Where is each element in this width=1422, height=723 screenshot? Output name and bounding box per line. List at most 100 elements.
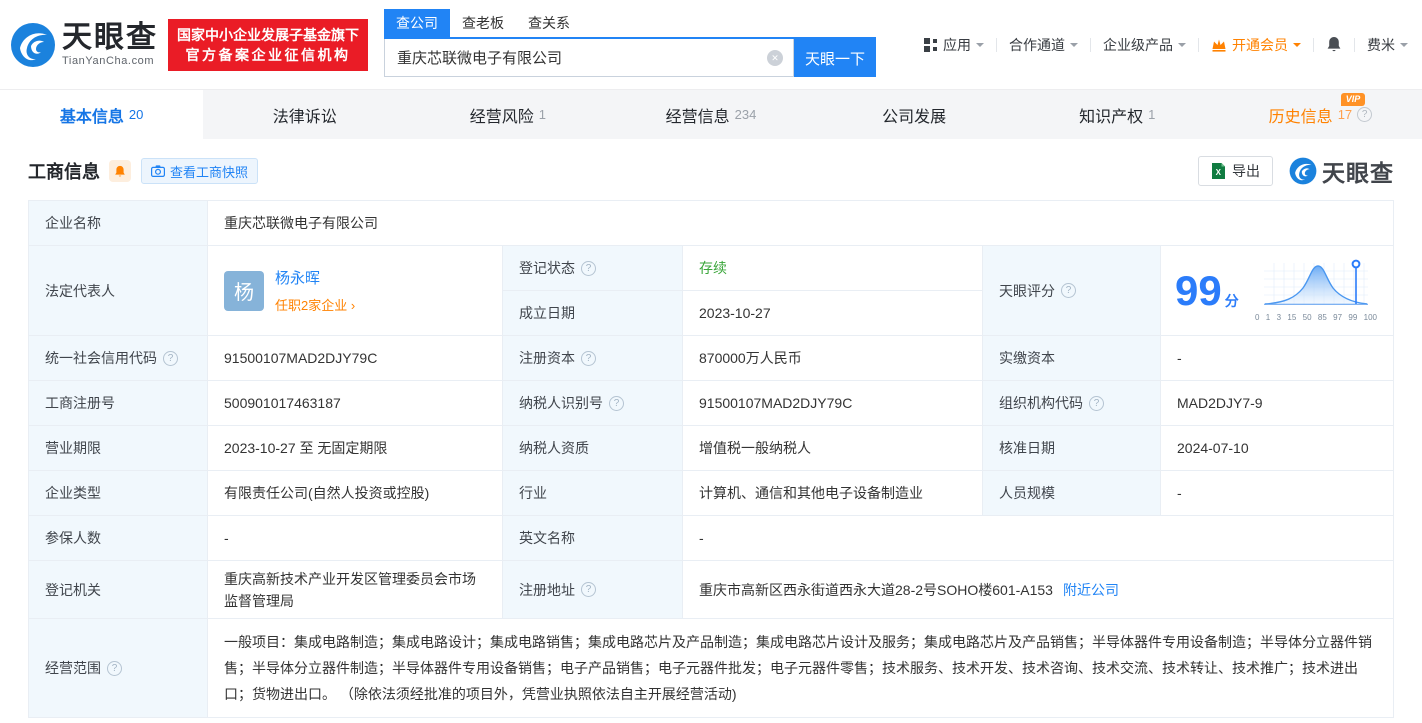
tab-operating-risk[interactable]: 经营风险 1 [406, 90, 609, 139]
tab-intellectual-property[interactable]: 知识产权 1 [1016, 90, 1219, 139]
label-text: 注册资本 [519, 350, 575, 366]
nav-enterprise-label: 企业级产品 [1103, 36, 1173, 53]
help-icon[interactable] [581, 260, 596, 276]
tab-legal-litigation[interactable]: 法律诉讼 [203, 90, 406, 139]
table-row: 经营范围 一般项目：集成电路制造；集成电路设计；集成电路销售；集成电路芯片及产品… [29, 619, 1393, 718]
cert-line1: 国家中小企业发展子基金旗下 [177, 26, 359, 43]
tab-count: 1 [1148, 107, 1156, 122]
help-icon[interactable] [107, 660, 122, 676]
business-info-table: 企业名称 重庆芯联微电子有限公司 法定代表人 杨 杨永晖 任职2家企业 登记状态 [28, 200, 1394, 718]
nav-enterprise[interactable]: 企业级产品 [1103, 35, 1186, 55]
nav-partner[interactable]: 合作通道 [1009, 35, 1078, 55]
search-tab-relation[interactable]: 查关系 [516, 9, 582, 37]
monitor-bell-button[interactable] [109, 160, 131, 182]
label-text: 注册地址 [519, 581, 575, 598]
establish-date-value: 2023-10-27 [699, 305, 771, 321]
score-label: 天眼评分 [983, 246, 1161, 335]
vip-badge: VIP [1340, 93, 1366, 106]
legal-rep-positions-link[interactable]: 任职2家企业 [275, 295, 355, 314]
score-number: 99 分 [1175, 269, 1239, 312]
tianyancha-logo-icon [1289, 157, 1317, 185]
help-icon[interactable] [1089, 395, 1104, 411]
reg-address-value: 重庆市高新区西永街道西永大道28-2号SOHO楼601-A153 [699, 581, 1053, 598]
tab-label: 法律诉讼 [272, 108, 337, 126]
help-icon[interactable] [581, 582, 596, 597]
tab-business-info[interactable]: 经营信息 234 [609, 90, 812, 139]
taxpayer-id-label: 纳税人识别号 [503, 381, 683, 425]
chevron-down-icon [976, 42, 984, 51]
search-button[interactable]: 天眼一下 [794, 39, 876, 77]
brand-domain: TianYanCha.com [62, 54, 155, 67]
tianyancha-logo-icon [11, 22, 55, 67]
site-logo[interactable]: 天眼查 TianYanCha.com [10, 22, 158, 68]
help-icon[interactable] [581, 350, 596, 366]
axis-tick: 85 [1317, 313, 1327, 322]
legal-rep-label: 法定代表人 [29, 246, 208, 335]
table-row: 工商注册号 500901017463187 纳税人识别号 91500107MAD… [29, 381, 1393, 426]
tab-basic-info[interactable]: 基本信息 20 [0, 90, 204, 139]
tab-label: 经营风险 [469, 108, 534, 126]
tab-company-development[interactable]: 公司发展 [813, 90, 1016, 139]
snapshot-button-label: 查看工商快照 [170, 164, 249, 180]
tab-history-info[interactable]: VIP 历史信息 17 [1219, 90, 1422, 139]
search-tab-boss[interactable]: 查老板 [450, 9, 516, 37]
tab-label: 经营信息 [665, 108, 730, 126]
english-name-value: - [699, 530, 704, 546]
clear-icon[interactable] [767, 50, 783, 66]
axis-tick: 1 [1265, 313, 1271, 322]
credit-code-label: 统一社会信用代码 [29, 336, 208, 380]
help-icon[interactable] [1357, 107, 1373, 122]
business-scope-label: 经营范围 [29, 619, 208, 717]
divider [996, 37, 997, 52]
nav-notifications[interactable] [1326, 36, 1342, 53]
label-text: 统一社会信用代码 [45, 350, 157, 366]
axis-tick: 100 [1363, 313, 1377, 322]
section-actions: X 导出 天眼查 [1198, 154, 1394, 188]
reg-number-value: 500901017463187 [208, 381, 503, 425]
status-date-subtable: 登记状态 存续 成立日期 2023-10-27 [503, 246, 983, 335]
chevron-down-icon [1070, 42, 1078, 51]
reg-authority-value: 重庆高新技术产业开发区管理委员会市场监督管理局 [208, 561, 503, 618]
svg-text:X: X [1216, 168, 1222, 177]
search-input[interactable] [384, 39, 794, 77]
score-label-text: 天眼评分 [999, 282, 1055, 299]
page: 天眼查 TianYanCha.com 国家中小企业发展子基金旗下 官方备案企业征… [0, 0, 1422, 723]
tab-label: 历史信息 [1268, 108, 1333, 126]
help-icon[interactable] [1061, 283, 1076, 298]
nav-user[interactable]: 费米 [1367, 35, 1408, 55]
tab-count: 17 [1337, 107, 1353, 122]
bell-icon [115, 165, 125, 177]
legal-rep-info: 杨永晖 任职2家企业 [275, 267, 355, 314]
score-distribution-chart: 0 1 3 15 50 85 97 99 100 [1255, 259, 1377, 322]
axis-tick: 50 [1302, 313, 1312, 322]
axis-tick: 3 [1276, 313, 1282, 322]
tab-count: 20 [128, 107, 144, 122]
table-row: 成立日期 2023-10-27 [503, 291, 982, 335]
chevron-down-icon [1178, 42, 1186, 51]
axis-tick: 0 [1255, 313, 1260, 322]
paid-capital-label: 实缴资本 [983, 336, 1161, 380]
search-tabs: 查公司 查老板 查关系 [384, 9, 876, 39]
help-icon[interactable] [609, 395, 624, 411]
tab-count: 1 [538, 107, 546, 122]
divider [1090, 37, 1091, 52]
snapshot-button[interactable]: 查看工商快照 [141, 158, 259, 184]
legal-rep-name-link[interactable]: 杨永晖 [275, 267, 355, 288]
nearby-companies-link[interactable]: 附近公司 [1063, 580, 1119, 600]
help-icon[interactable] [163, 350, 178, 366]
apps-grid-icon [924, 37, 937, 52]
search-area: 查公司 查老板 查关系 天眼一下 [384, 9, 876, 77]
nav-apps[interactable]: 应用 [924, 35, 984, 55]
nav-vip[interactable]: 开通会员 [1211, 35, 1301, 55]
search-tab-company[interactable]: 查公司 [384, 9, 450, 37]
tab-label: 基本信息 [59, 108, 124, 126]
avatar[interactable]: 杨 [224, 270, 264, 311]
export-button[interactable]: X 导出 [1198, 156, 1273, 186]
registered-capital-label: 注册资本 [503, 336, 683, 380]
excel-icon: X [1212, 163, 1225, 179]
site-header: 天眼查 TianYanCha.com 国家中小企业发展子基金旗下 官方备案企业征… [0, 0, 1422, 89]
brand-name: 天眼查 [62, 20, 158, 54]
export-button-label: 导出 [1232, 163, 1260, 179]
chart-axis-labels: 0 1 3 15 50 85 97 99 100 [1255, 313, 1377, 322]
bell-curve-chart [1264, 259, 1368, 305]
